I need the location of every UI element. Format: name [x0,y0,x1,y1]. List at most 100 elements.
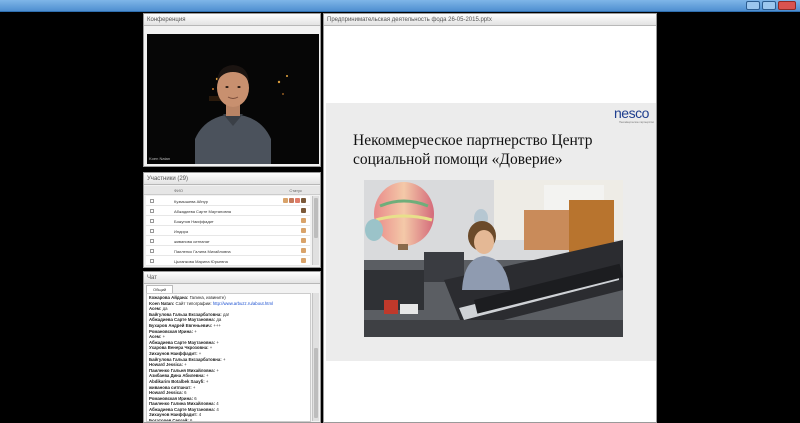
participants-list: Кузмышева Айнур Абжадиева Сарте Маутанов… [146,196,310,266]
participant-status [301,218,306,223]
participant-name: живанова ситпанат [174,239,210,244]
participant-row[interactable]: Кузмышева Айнур [146,196,310,206]
participant-name: Кузмышева Айнур [174,199,208,204]
chat-author: Абжадиева Сарте Маутановна: [149,339,216,345]
user-icon [301,218,306,223]
maximize-icon[interactable] [762,1,776,10]
chat-title: Чат [144,272,320,284]
user-icon [301,238,306,243]
chat-text: +++ [213,322,221,328]
chat-text: + [162,334,166,340]
chat-author: Асем: [149,306,162,312]
participant-checkbox[interactable] [150,199,154,203]
participant-checkbox[interactable] [150,239,154,243]
chat-author: Howard Jessica: [149,362,183,368]
participant-row[interactable]: Цыганкова Марина Юрьевна [146,256,310,266]
participant-checkbox[interactable] [150,259,154,263]
webcam-video[interactable]: Koen Natan [147,34,319,164]
chat-author: Абжадиева Сарте Маутановна: [149,317,216,323]
participant-name: Божунов Наиффадит [174,219,214,224]
chat-text: да! [222,311,230,317]
participant-row[interactable]: Паиленко Галина Михайловна [146,246,310,256]
column-status-label: Статус [289,188,302,193]
chat-log[interactable]: Кожарова Айдана: Галина, извините) Koen N… [146,293,311,422]
camera-icon [289,198,294,203]
participant-checkbox[interactable] [150,209,154,213]
chat-author: живанова ситпанат: [149,384,192,390]
chat-text: да [216,317,222,323]
webcam-frame-image [147,34,319,164]
participant-status [301,258,306,263]
chat-author: Абжадиева Сарте Маутановна: [149,406,216,412]
participant-status [301,208,306,213]
chat-text: + [206,373,209,379]
chat-author: Паиленко Гальня Михайловна: [149,367,216,373]
tab-general[interactable]: Общий [146,285,174,293]
participants-scrollbar[interactable] [312,196,319,265]
scrollbar-thumb[interactable] [314,348,318,418]
chat-text: 6 [184,390,187,396]
user-icon [301,248,306,253]
chat-author: Азибаева Дина Абилевна: [149,373,205,379]
chat-text: + [209,345,213,351]
chat-text: + [184,362,187,368]
webcam-caption: Koen Natan [149,156,171,161]
slide-title: Некоммерческое партнерство Центр социаль… [353,132,593,168]
printing-workshop-photo [364,180,623,337]
participant-checkbox[interactable] [150,229,154,233]
chat-message: Богаторев Сергей: 6 [149,418,308,421]
participants-column-header: ФИО Статус [144,186,320,195]
chat-text: + [216,339,219,345]
chat-author: Бухаров Андрей Евгеньевич: [149,322,213,328]
chat-text: + [222,356,226,362]
chat-text: + [192,384,196,390]
chat-text: + [216,367,219,373]
participants-panel: Участники (29) ФИО Статус Кузмышева Айну… [143,172,321,268]
participant-row[interactable]: Индира [146,226,310,236]
chat-text: Галина, извините) [189,295,226,300]
chat-text: 4 [198,412,202,418]
nesco-logo: nesco Некоммерческое партнерство [614,105,654,124]
presentation-title: Предпринимательская деятельность фода 26… [324,14,656,26]
user-icon [301,208,306,213]
chat-author: Кожарова Айдана: [149,295,189,300]
conference-panel: Конференция Koen Natan [143,13,321,167]
chat-author: Зихаунов Наиффадит: [149,350,198,356]
chat-author: Байгулова Гальза Ексзарбатовна: [149,311,222,317]
participant-status [301,238,306,243]
participant-name: Цыганкова Марина Юрьевна [174,259,228,264]
participant-checkbox[interactable] [150,219,154,223]
participant-row[interactable]: живанова ситпанат [146,236,310,246]
conference-title: Конференция [144,14,320,26]
chat-author: Abdikarim Botalbek Saayfi: [149,378,205,384]
chat-author: Байгулова Гальза Ексзарбатовна: [149,356,222,362]
participant-row[interactable]: Абжадиева Сарте Маутановна [146,206,310,216]
close-icon[interactable] [778,1,796,10]
chat-panel: Чат Общий Кожарова Айдана: Галина, извин… [143,271,321,423]
participant-checkbox[interactable] [150,249,154,253]
user-icon [301,258,306,263]
participant-row[interactable]: Божунов Наиффадит [146,216,310,226]
hand-icon [295,198,300,203]
participant-status [283,198,306,203]
participant-name: Паиленко Галина Михайловна [174,249,231,254]
presentation-panel: Предпринимательская деятельность фода 26… [323,13,657,423]
participants-title: Участники (29) [144,173,320,185]
chat-scrollbar[interactable] [312,293,319,421]
logo-tagline: Некоммерческое партнерство [619,121,654,124]
participant-status [301,228,306,233]
chat-text: Сайт типографии: [175,300,212,306]
presentation-slide[interactable]: nesco Некоммерческое партнерство Некомме… [326,103,656,361]
chat-author: Романовская Ирина: [149,395,193,401]
window-titlebar [0,0,800,12]
minimize-icon[interactable] [746,1,760,10]
logo-word: nesco [614,105,649,121]
chat-text: + [194,328,197,334]
chat-author: Асем: [149,334,162,340]
app-window: Конференция Koen Natan Участники (29) ФИ… [0,0,800,423]
chat-text: 6 [194,395,197,401]
chat-text: + [205,378,209,384]
scrollbar-thumb[interactable] [314,198,318,238]
chat-link[interactable]: http://www.arbuzz.ru/about.html [213,301,273,306]
participant-name: Индира [174,229,189,234]
